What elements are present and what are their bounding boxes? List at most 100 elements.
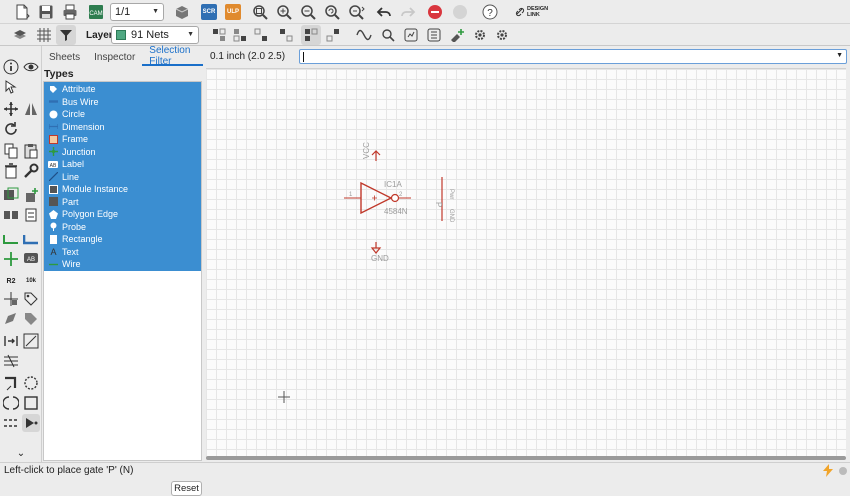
list-item-label[interactable]: AB Label [44, 158, 201, 171]
circle-tool-icon[interactable] [22, 374, 40, 392]
gate-swap-icon[interactable] [22, 206, 40, 224]
gnd-label: GND [371, 254, 389, 263]
ulp-icon[interactable]: ULP [223, 2, 243, 22]
wire-style-6-icon[interactable] [323, 25, 343, 45]
layer-settings-icon[interactable] [10, 25, 30, 45]
tag-tool-icon[interactable] [22, 310, 40, 328]
wire-style-3-icon[interactable] [251, 25, 271, 45]
redo-icon[interactable] [398, 2, 418, 22]
attribute-tool-icon[interactable] [22, 290, 40, 308]
mirror-icon[interactable] [22, 100, 40, 118]
filter-icon[interactable] [56, 25, 76, 45]
zoom-in-icon[interactable] [274, 2, 294, 22]
list-item-part[interactable]: Part [44, 196, 201, 209]
line-tool-icon[interactable] [22, 332, 40, 350]
schematic-canvas[interactable]: VCC 1 2 IC1A 4584N GND Pwr P GND [206, 68, 846, 458]
save-icon[interactable] [36, 2, 56, 22]
copy-icon[interactable] [2, 142, 20, 160]
layer-select[interactable]: 91 Nets ▼ [111, 26, 199, 44]
grid-icon[interactable] [34, 25, 54, 45]
new-file-icon[interactable] [12, 2, 32, 22]
command-line-input[interactable]: ▼ [299, 49, 847, 64]
lines-icon[interactable] [2, 352, 20, 370]
gnd-symbol[interactable]: GND [370, 242, 389, 263]
simulate-icon[interactable] [401, 25, 421, 45]
go-icon[interactable] [450, 2, 470, 22]
settings-gear-icon[interactable] [470, 25, 490, 45]
list-item-dimension[interactable]: Dimension [44, 121, 201, 134]
net-tool-icon[interactable] [2, 250, 20, 268]
rect-tool-icon[interactable] [22, 394, 40, 412]
wire-style-1-icon[interactable] [209, 25, 229, 45]
list-item-junction[interactable]: Junction [44, 146, 201, 159]
list-item-frame[interactable]: Frame [44, 133, 201, 146]
list-item-attribute[interactable]: Attribute [44, 83, 201, 96]
zoom-out-icon[interactable] [298, 2, 318, 22]
print-icon[interactable] [60, 2, 80, 22]
options-gear-icon[interactable] [492, 25, 512, 45]
gate-symbol[interactable]: 1 2 IC1A 4584N [344, 180, 411, 216]
add-part-icon[interactable] [22, 186, 40, 204]
smash-icon[interactable] [2, 290, 20, 308]
split-icon[interactable] [2, 206, 20, 224]
tab-inspector[interactable]: Inspector [87, 48, 142, 66]
script-icon[interactable]: SCR [199, 2, 219, 22]
zoom-fit-icon[interactable] [250, 2, 270, 22]
help-icon[interactable]: ? [480, 2, 500, 22]
arc-tool-icon[interactable] [2, 394, 20, 412]
command-palette: AB R2 10k ⌄ [0, 46, 42, 462]
expand-chevron-icon[interactable]: ⌄ [12, 444, 30, 462]
design-link-button[interactable]: DESIGN LINK [514, 2, 548, 22]
netlist-icon[interactable] [424, 25, 444, 45]
change-icon[interactable] [2, 310, 20, 328]
miter-icon[interactable] [2, 374, 20, 392]
list-item-circle[interactable]: Circle [44, 108, 201, 121]
rotate-icon[interactable] [2, 120, 20, 138]
show-icon[interactable] [22, 58, 40, 76]
zoom-redraw-icon[interactable] [322, 2, 342, 22]
board-icon[interactable] [172, 2, 192, 22]
list-item-polygon-edge[interactable]: Polygon Edge [44, 208, 201, 221]
dimension-tool-icon[interactable] [2, 414, 20, 432]
wire-style-2-icon[interactable] [230, 25, 250, 45]
add-gate-icon[interactable] [22, 414, 40, 432]
probe-search-icon[interactable] [378, 25, 398, 45]
move-icon[interactable] [2, 100, 20, 118]
list-item-wire[interactable]: Wire [44, 258, 201, 271]
info-icon[interactable] [2, 58, 20, 76]
list-item-label: Circle [62, 109, 86, 120]
wire-style-4-icon[interactable] [276, 25, 296, 45]
cam-processor-icon[interactable]: CAM [86, 2, 106, 22]
stop-icon[interactable] [425, 2, 445, 22]
reset-button[interactable]: Reset [171, 481, 202, 496]
list-item-bus-wire[interactable]: Bus Wire [44, 96, 201, 109]
chevron-down-icon[interactable]: ▼ [836, 52, 843, 59]
list-item-rectangle[interactable]: Rectangle [44, 233, 201, 246]
tab-selection-filter[interactable]: Selection Filter [142, 45, 203, 67]
value-tool-icon[interactable]: 10k [22, 272, 40, 290]
group-icon[interactable] [2, 186, 20, 204]
delete-icon[interactable] [2, 162, 20, 180]
tab-sheets[interactable]: Sheets [42, 48, 87, 66]
pin-swap-icon[interactable] [2, 332, 20, 350]
bus-tool-icon[interactable] [22, 230, 40, 248]
undo-icon[interactable] [374, 2, 394, 22]
wire-tool-icon[interactable] [2, 230, 20, 248]
list-item-line[interactable]: Line [44, 171, 201, 184]
label-tool-icon[interactable]: AB [22, 250, 40, 268]
power-pins-symbol[interactable]: Pwr P GND [434, 177, 454, 223]
list-item-text[interactable]: A Text [44, 246, 201, 259]
list-item-probe[interactable]: Probe [44, 221, 201, 234]
add-probe-icon[interactable] [447, 25, 467, 45]
list-item-module-instance[interactable]: Module Instance [44, 183, 201, 196]
vcc-symbol[interactable]: VCC [362, 142, 381, 161]
wave-icon[interactable] [354, 25, 374, 45]
select-arrow-icon[interactable] [2, 78, 20, 96]
wire-style-5-icon[interactable] [301, 25, 321, 45]
name-tool-icon[interactable]: R2 [2, 272, 20, 290]
paste-icon[interactable] [22, 142, 40, 160]
sheet-select[interactable]: 1/1 ▼ [110, 3, 164, 21]
wrench-icon[interactable] [22, 162, 40, 180]
horizontal-scrollbar[interactable] [206, 456, 846, 460]
zoom-select-icon[interactable] [347, 2, 367, 22]
